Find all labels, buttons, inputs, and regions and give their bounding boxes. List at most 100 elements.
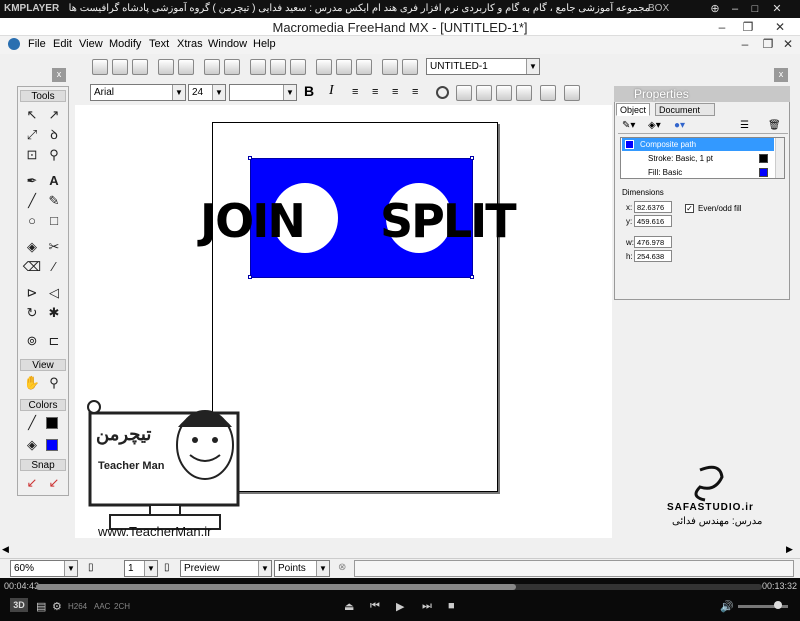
color-mixer-icon[interactable] <box>356 59 372 75</box>
crop-tool-icon[interactable]: ⊡ <box>22 145 42 165</box>
minimize-icon[interactable]: – <box>728 2 742 16</box>
perspective-tool-icon[interactable]: ◈ <box>22 237 42 257</box>
list-item[interactable]: Composite path <box>622 138 774 151</box>
view-mode-select[interactable]: Preview ▼ <box>180 560 272 577</box>
split-text[interactable]: SPLIT <box>380 194 517 248</box>
snap-to-point-icon[interactable]: ↙ <box>22 473 42 493</box>
halftone-icon[interactable] <box>402 59 418 75</box>
units-select[interactable]: Points ▼ <box>274 560 330 577</box>
volume-icon[interactable]: 🔊 <box>720 600 734 613</box>
play-icon[interactable]: ▶ <box>396 600 404 613</box>
font-select[interactable]: Arial ▼ <box>90 84 186 101</box>
align-icon[interactable] <box>250 59 266 75</box>
add-effect-icon[interactable]: ●▾ <box>674 120 685 131</box>
h-field[interactable]: 254.638 <box>634 250 672 262</box>
library-icon[interactable] <box>316 59 332 75</box>
unlock-icon[interactable] <box>224 59 240 75</box>
document-select[interactable]: UNTITLED-1 ▼ <box>426 58 540 75</box>
list-item[interactable]: Fill: Basic <box>622 166 774 179</box>
selection-handle[interactable] <box>470 156 474 160</box>
menu-help[interactable]: Help <box>253 38 276 50</box>
eyedropper-tool-icon[interactable]: ⚲ <box>44 145 64 165</box>
playlist-icon[interactable]: ▤ <box>36 600 46 613</box>
eject-icon[interactable]: ⏏ <box>344 600 354 613</box>
styles-icon[interactable] <box>290 59 306 75</box>
eraser-tool-icon[interactable]: ⌫ <box>22 257 42 277</box>
doc-close-icon[interactable]: ✕ <box>778 36 798 52</box>
pin-icon[interactable]: ⊕ <box>708 2 722 16</box>
pencil-tool-icon[interactable]: ✎ <box>44 191 64 211</box>
settings-icon[interactable]: ⚙ <box>52 600 62 613</box>
align-left-icon[interactable]: ≡ <box>352 86 358 98</box>
menu-text[interactable]: Text <box>149 38 169 50</box>
rectangle-tool-icon[interactable]: □ <box>44 211 64 231</box>
align-center-icon[interactable]: ≡ <box>372 86 378 98</box>
scale-tool-icon[interactable]: ⤢ <box>22 125 42 145</box>
doc-minimize-icon[interactable]: – <box>735 36 755 52</box>
selection-handle[interactable] <box>248 156 252 160</box>
line-tool-icon[interactable]: ╱ <box>22 191 42 211</box>
pen-tool-icon[interactable]: ✒ <box>22 171 42 191</box>
reflect-tool-icon[interactable]: ◁ <box>44 283 64 303</box>
attach-to-path-icon[interactable] <box>456 85 472 101</box>
doc-restore-icon[interactable]: ❐ <box>758 36 778 52</box>
link-text-icon[interactable] <box>516 85 532 101</box>
freeform-tool-icon[interactable]: ∕ <box>44 257 64 277</box>
tools-close-button[interactable]: x <box>52 68 66 82</box>
mode-3d-button[interactable]: 3D <box>10 598 28 612</box>
connector-tool-icon[interactable]: ⊏ <box>44 331 64 351</box>
volume-handle[interactable] <box>774 601 782 609</box>
page-prev-icon[interactable]: ▯ <box>88 562 94 573</box>
import-icon[interactable] <box>158 59 174 75</box>
text-editor-icon[interactable] <box>540 85 556 101</box>
page-next-icon[interactable]: ▯ <box>164 562 170 573</box>
subselect-tool-icon[interactable]: ↗ <box>44 105 64 125</box>
menu-file[interactable]: File <box>28 38 46 50</box>
lock-icon[interactable] <box>204 59 220 75</box>
hand-tool-icon[interactable]: ✋ <box>22 373 42 393</box>
stop-icon[interactable]: ■ <box>448 600 455 612</box>
ellipse-tool-icon[interactable]: ○ <box>22 211 42 231</box>
selection-handle[interactable] <box>248 275 252 279</box>
swatches-icon[interactable] <box>336 59 352 75</box>
knife-tool-icon[interactable]: ✂ <box>44 237 64 257</box>
list-scrollbar[interactable] <box>775 138 784 178</box>
tints-icon[interactable] <box>382 59 398 75</box>
save-icon[interactable] <box>132 59 148 75</box>
font-size-select[interactable]: 24 ▼ <box>188 84 226 101</box>
menu-edit[interactable]: Edit <box>53 38 72 50</box>
style-select[interactable]: ▼ <box>229 84 297 101</box>
stroke-color-swatch[interactable] <box>46 417 58 429</box>
add-stroke-icon[interactable]: ✎▾ <box>622 120 635 131</box>
graphic-hose-icon[interactable]: ✱ <box>44 303 64 323</box>
maximize-icon[interactable]: □ <box>748 2 762 16</box>
italic-button[interactable]: I <box>329 83 334 99</box>
rotate-tool-icon[interactable]: ↻ <box>22 303 42 323</box>
convert-to-paths-icon[interactable] <box>436 86 449 99</box>
align-right-icon[interactable]: ≡ <box>392 86 398 98</box>
trace-tool-icon[interactable]: ⊳ <box>22 283 42 303</box>
tab-object[interactable]: Object <box>616 103 651 116</box>
layers-icon[interactable] <box>270 59 286 75</box>
page-select[interactable]: 1 ▼ <box>124 560 158 577</box>
scroll-right-icon[interactable]: ▶ <box>786 544 793 555</box>
menu-view[interactable]: View <box>79 38 103 50</box>
list-item[interactable]: Stroke: Basic, 1 pt <box>622 152 774 165</box>
flow-inside-path-icon[interactable] <box>476 85 492 101</box>
text-tool-icon[interactable]: A <box>44 171 64 191</box>
snap-to-object-icon[interactable]: ↙ <box>44 473 64 493</box>
next-icon[interactable]: ⏭ <box>422 600 432 613</box>
cancel-icon[interactable]: ⊗ <box>338 562 346 573</box>
blend-tool-icon[interactable]: ⊚ <box>22 331 42 351</box>
tab-document[interactable]: Document <box>655 103 715 116</box>
app-restore-icon[interactable]: ❐ <box>738 19 758 35</box>
x-field[interactable]: 82.6376 <box>634 201 672 213</box>
lasso-tool-icon[interactable]: ꝺ <box>44 125 64 145</box>
add-fill-icon[interactable]: ◈▾ <box>648 120 661 131</box>
open-icon[interactable] <box>112 59 128 75</box>
stroke-color-icon[interactable]: ╱ <box>22 413 42 433</box>
align-justify-icon[interactable]: ≡ <box>412 86 418 98</box>
scroll-left-icon[interactable]: ◀ <box>2 544 9 555</box>
app-close-icon[interactable]: ✕ <box>770 19 790 35</box>
export-icon[interactable] <box>178 59 194 75</box>
